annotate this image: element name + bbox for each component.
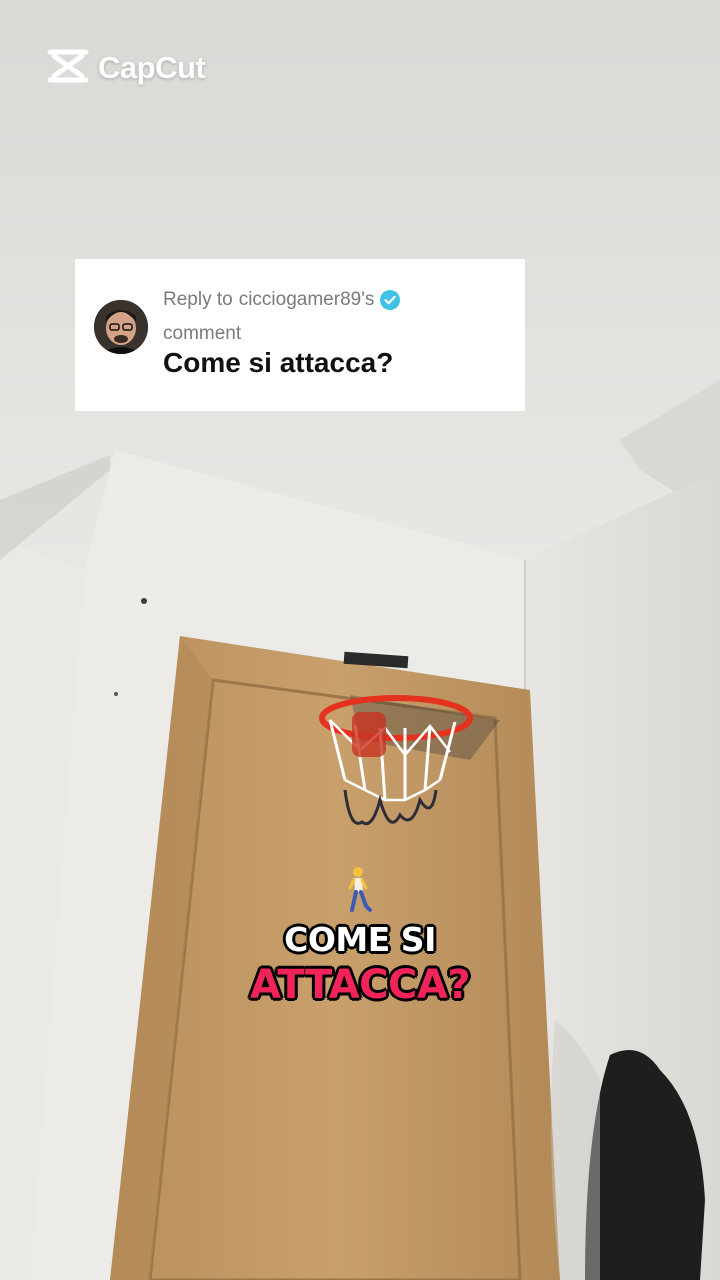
verified-badge-icon (380, 290, 401, 310)
capcut-logo-icon (46, 48, 90, 89)
reply-suffix: comment (163, 323, 242, 344)
reply-username[interactable]: cicciogamer89 (239, 283, 362, 317)
person-walking-icon (344, 866, 374, 914)
caption-line-1: COME SI (284, 920, 436, 959)
capcut-watermark: CapCut (46, 48, 206, 89)
reply-comment-card[interactable]: Reply to cicciogamer89's comment Come si… (75, 259, 525, 411)
reply-meta: Reply to cicciogamer89's comment (163, 283, 513, 351)
reply-prefix: Reply to (163, 289, 233, 310)
capcut-brand-label: CapCut (98, 50, 206, 85)
video-background (0, 0, 720, 1280)
caption-line-2: ATTACCA? (249, 962, 471, 1008)
reply-question: Come si attacca? (163, 347, 394, 378)
user-avatar[interactable] (94, 300, 148, 354)
reply-possessive: 's (361, 289, 375, 310)
